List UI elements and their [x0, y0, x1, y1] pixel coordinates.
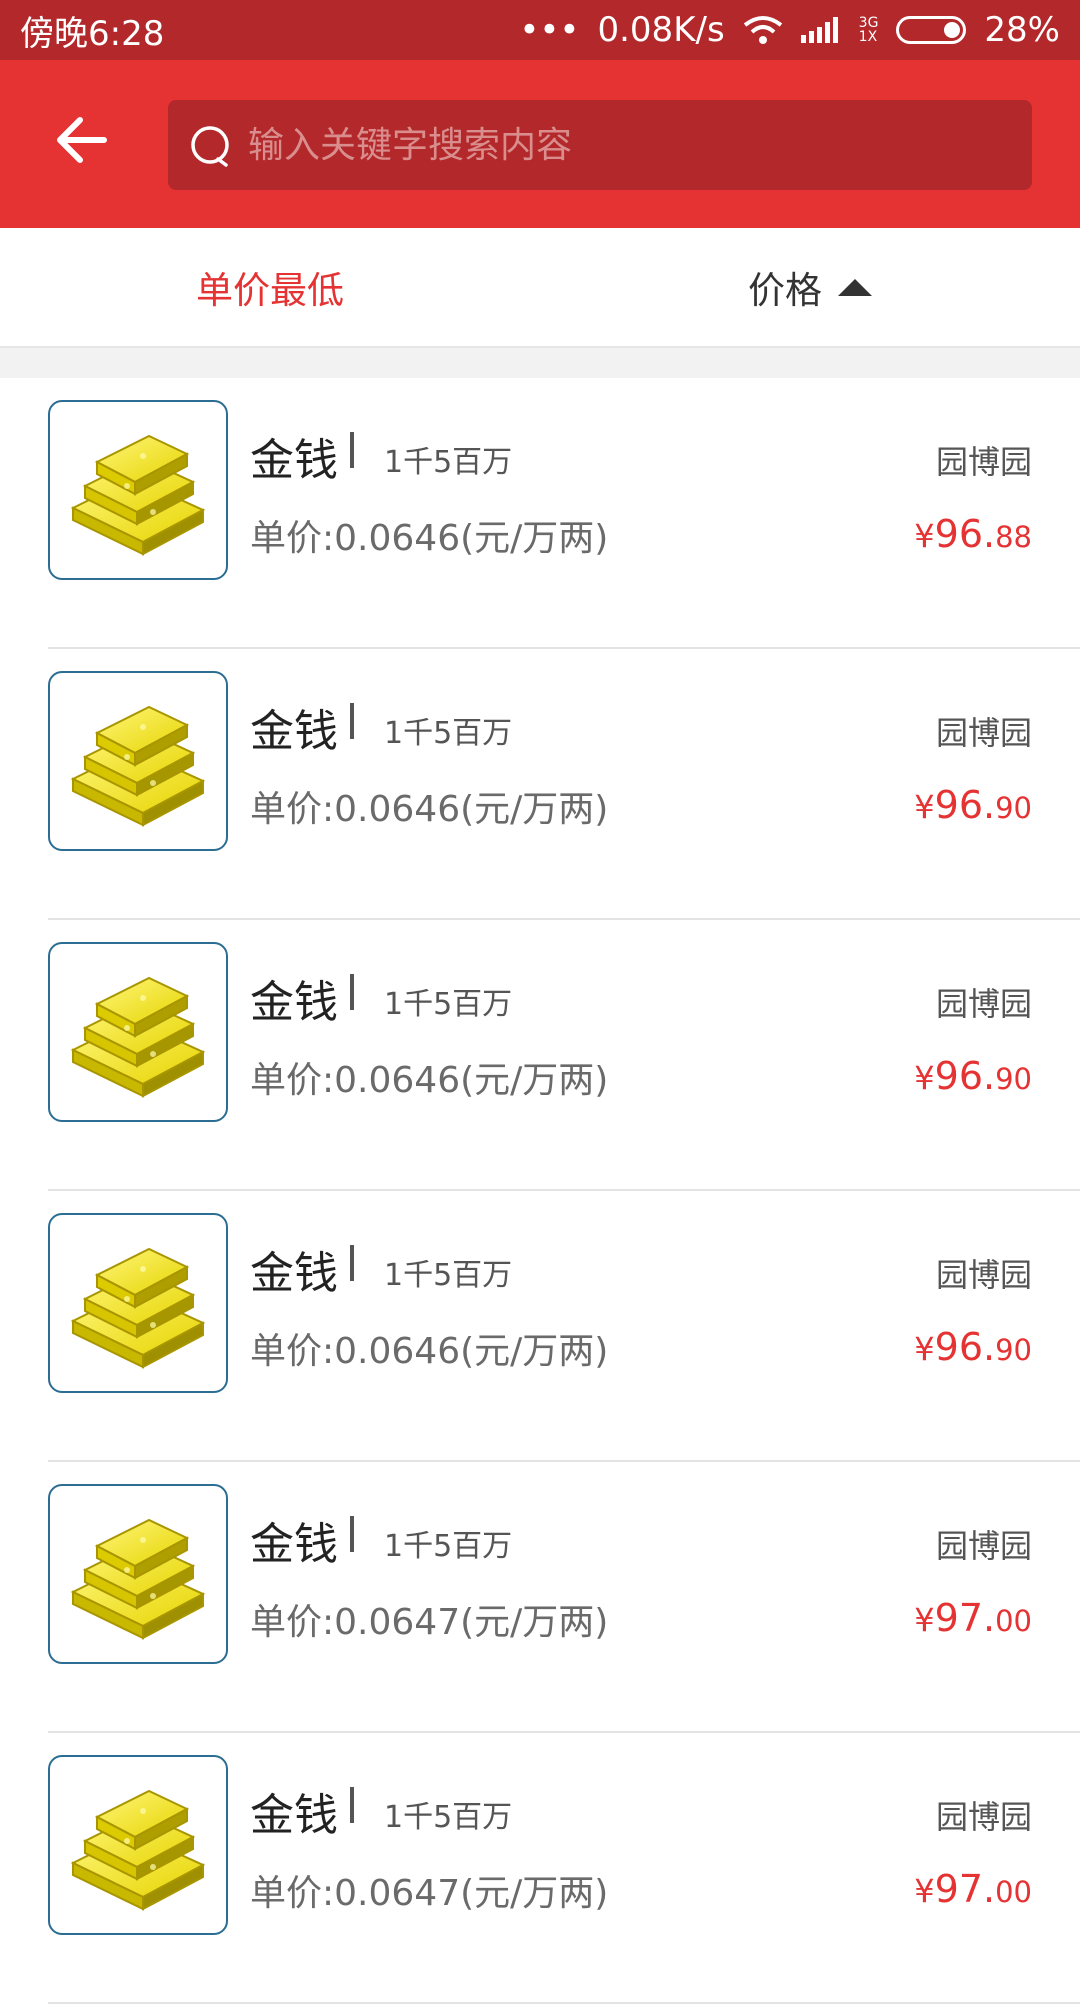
list-item[interactable]: 金钱 1千5百万 单价:0.0646(元/万两) 园博园 ¥ 96. 88 [0, 378, 1080, 649]
item-quantity: 1千5百万 [384, 716, 513, 751]
item-quantity: 1千5百万 [384, 445, 513, 480]
back-arrow-icon [57, 117, 107, 163]
sort-up-icon [838, 278, 872, 296]
item-name: 金钱 [250, 435, 338, 486]
tab-price[interactable]: 价格 [540, 260, 1080, 314]
search-input[interactable] [248, 124, 1008, 166]
item-separator [350, 1516, 354, 1552]
item-separator [350, 703, 354, 739]
tab-price-label: 价格 [748, 269, 822, 312]
item-quantity: 1千5百万 [384, 1800, 513, 1835]
gold-bars-icon [70, 1247, 206, 1369]
item-price-integer: 96. [934, 783, 996, 827]
item-price-currency: ¥ [914, 517, 935, 555]
signal-icon [800, 17, 838, 43]
item-price-currency: ¥ [914, 1872, 935, 1910]
search-box[interactable] [168, 100, 1032, 190]
list-item[interactable]: 金钱 1千5百万 单价:0.0646(元/万两) 园博园 ¥ 96. 90 [0, 1191, 1080, 1462]
item-server: 园博园 [935, 1527, 1032, 1565]
item-price: ¥ 97. 00 [914, 1867, 1032, 1911]
header [0, 60, 1080, 228]
item-price: ¥ 96. 88 [914, 512, 1032, 556]
item-server: 园博园 [935, 714, 1032, 752]
item-price-integer: 97. [934, 1867, 996, 1911]
wifi-icon [743, 16, 782, 44]
sort-bar: 单价最低 价格 [0, 228, 1080, 348]
list-item[interactable]: 金钱 1千5百万 单价:0.0647(元/万两) 园博园 ¥ 97. 00 [0, 1733, 1080, 2004]
list-item[interactable]: 金钱 1千5百万 单价:0.0646(元/万两) 园博园 ¥ 96. 90 [0, 920, 1080, 1191]
item-price: ¥ 96. 90 [914, 1054, 1032, 1098]
gold-bars-icon [70, 976, 206, 1098]
item-price-decimal: 88 [995, 520, 1032, 554]
item-price-integer: 96. [934, 512, 996, 556]
tab-lowest-unit-price[interactable]: 单价最低 [0, 260, 540, 314]
item-unit-price: 单价:0.0646(元/万两) [250, 789, 609, 830]
gold-bars-thumbnail [48, 1213, 228, 1393]
item-separator [350, 974, 354, 1010]
item-price-decimal: 90 [995, 791, 1032, 825]
item-unit-price: 单价:0.0646(元/万两) [250, 518, 609, 559]
item-server: 园博园 [935, 1256, 1032, 1294]
item-price-currency: ¥ [914, 1330, 935, 1368]
item-quantity: 1千5百万 [384, 1258, 513, 1293]
gold-bars-thumbnail [48, 942, 228, 1122]
status-bar: 傍晚6:28 ••• 0.08K/s 3G 1X 28% [0, 0, 1080, 60]
product-list: 金钱 1千5百万 单价:0.0646(元/万两) 园博园 ¥ 96. 88 金钱… [0, 378, 1080, 2004]
item-separator [350, 1245, 354, 1281]
gold-bars-thumbnail [48, 1755, 228, 1935]
status-indicators: ••• 0.08K/s 3G 1X 28% [519, 10, 1060, 50]
gold-bars-icon [70, 1789, 206, 1911]
item-unit-price: 单价:0.0647(元/万两) [250, 1873, 609, 1914]
gold-bars-thumbnail [48, 400, 228, 580]
gold-bars-icon [70, 434, 206, 556]
item-price-currency: ¥ [914, 1059, 935, 1097]
gold-bars-icon [70, 705, 206, 827]
item-price-integer: 96. [934, 1325, 996, 1369]
item-quantity: 1千5百万 [384, 1529, 513, 1564]
item-separator [350, 432, 354, 468]
gold-bars-thumbnail [48, 1484, 228, 1664]
item-server: 园博园 [935, 1798, 1032, 1836]
network-speed: 0.08K/s [597, 10, 725, 50]
item-price: ¥ 96. 90 [914, 783, 1032, 827]
item-price-currency: ¥ [914, 1601, 935, 1639]
battery-level: 28% [984, 10, 1060, 50]
item-unit-price: 单价:0.0646(元/万两) [250, 1331, 609, 1372]
item-price: ¥ 97. 00 [914, 1596, 1032, 1640]
list-item[interactable]: 金钱 1千5百万 单价:0.0647(元/万两) 园博园 ¥ 97. 00 [0, 1462, 1080, 1733]
item-separator [350, 1787, 354, 1823]
tab-lowest-unit-price-label: 单价最低 [196, 269, 344, 312]
item-server: 园博园 [935, 985, 1032, 1023]
item-name: 金钱 [250, 977, 338, 1028]
section-gap [0, 348, 1080, 378]
item-price-decimal: 90 [995, 1333, 1032, 1367]
item-name: 金钱 [250, 1519, 338, 1570]
battery-icon [896, 16, 967, 44]
item-quantity: 1千5百万 [384, 987, 513, 1022]
item-name: 金钱 [250, 1248, 338, 1299]
item-price-decimal: 00 [995, 1604, 1032, 1638]
search-icon [191, 126, 229, 167]
status-time: 傍晚6:28 [20, 13, 165, 54]
item-name: 金钱 [250, 1790, 338, 1841]
list-item[interactable]: 金钱 1千5百万 单价:0.0646(元/万两) 园博园 ¥ 96. 90 [0, 649, 1080, 920]
item-unit-price: 单价:0.0647(元/万两) [250, 1602, 609, 1643]
back-button[interactable] [52, 110, 112, 170]
gold-bars-icon [70, 1518, 206, 1640]
item-name: 金钱 [250, 706, 338, 757]
gold-bars-thumbnail [48, 671, 228, 851]
more-dots: ••• [519, 10, 580, 50]
item-price-decimal: 90 [995, 1062, 1032, 1096]
item-price-integer: 97. [934, 1596, 996, 1640]
item-price-currency: ¥ [914, 788, 935, 826]
item-price: ¥ 96. 90 [914, 1325, 1032, 1369]
network-type: 3G 1X [858, 15, 879, 45]
item-price-decimal: 00 [995, 1875, 1032, 1909]
item-server: 园博园 [935, 443, 1032, 481]
item-unit-price: 单价:0.0646(元/万两) [250, 1060, 609, 1101]
item-price-integer: 96. [934, 1054, 996, 1098]
